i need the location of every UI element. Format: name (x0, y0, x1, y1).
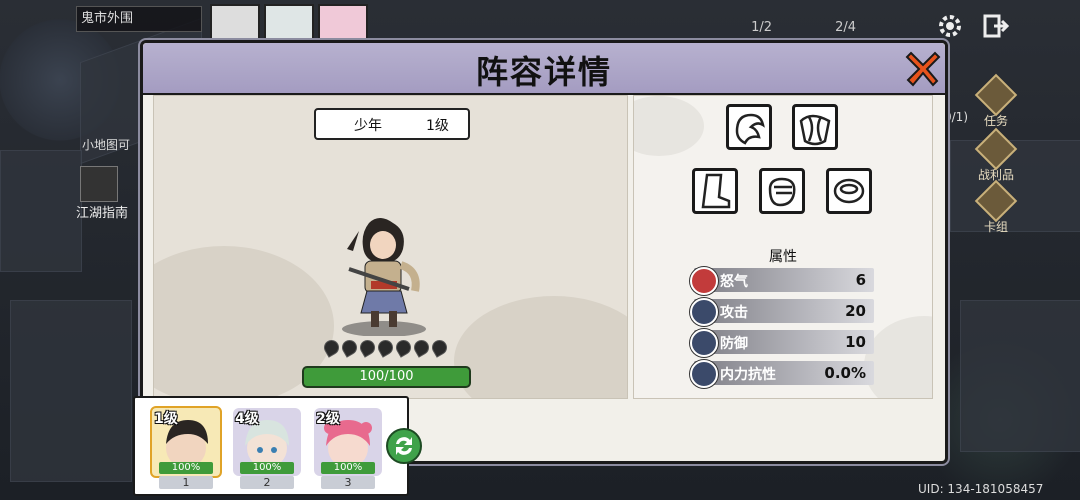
nav-loot[interactable]: 战利品 (974, 127, 1018, 182)
uid-label: UID: 134-181058457 (918, 482, 1044, 496)
slot-level: 1级 (154, 411, 178, 427)
hero-level: 1级 (426, 118, 449, 134)
map-tile (10, 300, 132, 482)
close-icon[interactable] (903, 47, 943, 87)
loot-icon (974, 127, 1018, 171)
rage-dot (393, 337, 414, 358)
refresh-icon (396, 437, 412, 455)
attr-name: 攻击 (720, 305, 748, 321)
attr-name: 怒气 (720, 274, 748, 290)
attr-value: 10 (845, 333, 866, 351)
attr-name: 内力抗性 (720, 367, 776, 383)
attributes-panel: 属性 怒气 6 攻击 20 防御 10 内力抗性 0.0% (633, 95, 933, 399)
attr-name: 防御 (720, 336, 748, 352)
slot-number: 3 (321, 476, 375, 489)
location-label: 鬼市外围 (76, 6, 202, 32)
attributes-title: 属性 (769, 249, 797, 265)
attr-row-resist: 内力抗性 0.0% (690, 360, 874, 388)
equip-slot-boots[interactable] (692, 168, 738, 214)
minimap-label[interactable]: 小地图可 (82, 136, 130, 153)
attr-row-attack: 攻击 20 (690, 298, 874, 326)
hero-info-tag: 少年 1级 (314, 108, 470, 140)
swap-button[interactable] (386, 428, 422, 464)
party-portrait-1[interactable] (210, 4, 260, 44)
equip-slot-head[interactable] (726, 104, 772, 150)
attr-value: 6 (855, 271, 866, 289)
hp-bar: 100/100 (302, 366, 471, 388)
slot-hp: 100% (321, 462, 375, 474)
slot-level: 2级 (316, 411, 340, 427)
gear-icon[interactable] (936, 12, 964, 40)
slot-hp: 100% (240, 462, 294, 474)
modal-header: 阵容详情 (143, 43, 945, 95)
team-bar: 1级 100% 1 4级 100% 2 2级 100% 3 (133, 396, 409, 496)
attr-row-defense: 防御 10 (690, 329, 874, 357)
slot-number: 1 (159, 476, 213, 489)
team-slot-1[interactable]: 1级 100% 1 (149, 406, 223, 490)
party-portrait-2[interactable] (264, 4, 314, 44)
rage-dot (375, 337, 396, 358)
map-tile (0, 150, 82, 272)
cloud-decoration (864, 316, 932, 398)
map-tile (960, 300, 1080, 452)
rage-dot (429, 337, 450, 358)
head-icon (735, 113, 765, 145)
equip-slot-ring[interactable] (826, 168, 872, 214)
defense-icon (690, 329, 718, 357)
attr-value: 20 (845, 302, 866, 320)
equip-slot-glove[interactable] (759, 168, 805, 214)
rage-dot (321, 337, 342, 358)
cloud-decoration (634, 96, 704, 156)
team-slot-2[interactable]: 4级 100% 2 (230, 406, 304, 490)
attr-value: 0.0% (824, 364, 866, 382)
modal-title: 阵容详情 (475, 53, 612, 91)
guide-label[interactable]: 江湖指南 (76, 202, 128, 221)
equip-slot-chest[interactable] (792, 104, 838, 150)
glove-icon (768, 177, 796, 207)
hero-sprite[interactable] (329, 211, 439, 337)
deck-icon (974, 179, 1018, 223)
rage-dot (411, 337, 432, 358)
exit-icon[interactable] (982, 12, 1010, 40)
resist-icon (690, 360, 718, 388)
quest-icon (974, 73, 1018, 117)
ring-icon (833, 178, 865, 204)
nav-quest[interactable]: 任务 (974, 73, 1018, 128)
rage-icon (690, 267, 718, 295)
team-slot-3[interactable]: 2级 100% 3 (311, 406, 385, 490)
rage-dot (339, 337, 360, 358)
close-button[interactable] (903, 47, 943, 87)
boots-icon (701, 173, 731, 209)
chest-icon (799, 114, 831, 146)
rage-indicator (321, 337, 454, 358)
hero-type: 少年 (354, 118, 382, 134)
attr-row-rage: 怒气 6 (690, 267, 874, 295)
cloud-decoration (454, 296, 627, 398)
nav-deck[interactable]: 卡组 (974, 179, 1018, 234)
slot-hp: 100% (159, 462, 213, 474)
hero-panel: 少年 1级 100/100 (153, 95, 628, 399)
party-portrait-3[interactable] (318, 4, 368, 44)
rage-dot (357, 337, 378, 358)
guide-book-icon[interactable] (80, 166, 118, 202)
slot-level: 4级 (235, 411, 259, 427)
attack-icon (690, 298, 718, 326)
slot-number: 2 (240, 476, 294, 489)
